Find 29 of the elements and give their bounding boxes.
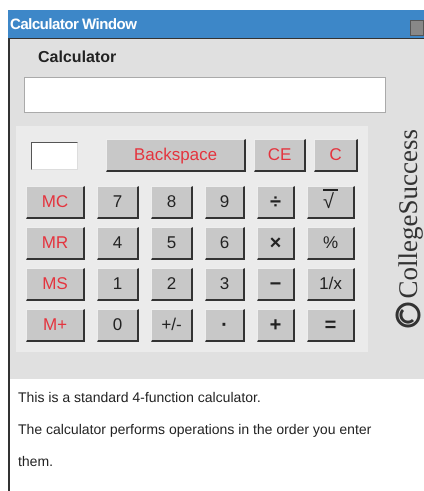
minimize-button[interactable]: [410, 20, 424, 36]
calculator-key[interactable]: 7: [97, 186, 139, 219]
calculator-key[interactable]: ÷: [257, 186, 295, 219]
calculator-key[interactable]: −: [257, 268, 295, 301]
display-field[interactable]: [24, 77, 386, 113]
calculator-key[interactable]: +/-: [151, 309, 193, 342]
calculator-key[interactable]: 3: [205, 268, 245, 301]
memory-indicator: [31, 142, 78, 170]
calculator-key[interactable]: %: [307, 227, 355, 260]
calculator-key[interactable]: +: [257, 309, 295, 342]
calculator-key[interactable]: 8: [151, 186, 193, 219]
calculator-key[interactable]: 9: [205, 186, 245, 219]
calculator-key[interactable]: 6: [205, 227, 245, 260]
calculator-key[interactable]: 1: [97, 268, 139, 301]
logo-icon: [395, 302, 421, 328]
calculator-key[interactable]: 4: [97, 227, 139, 260]
calculator-key[interactable]: ×: [257, 227, 295, 260]
logo-text: CollegeSuccess: [392, 129, 424, 298]
calculator-key[interactable]: 2: [151, 268, 193, 301]
calculator-heading: Calculator: [38, 49, 118, 67]
window-title: Calculator Window: [9, 16, 136, 32]
calculator-key[interactable]: √: [307, 186, 355, 219]
calculator-key[interactable]: ·: [205, 309, 245, 342]
description-text: The calculator performs operations in the order you enter them.: [18, 420, 372, 471]
calculator-key[interactable]: 0: [97, 309, 139, 342]
calculator-key[interactable]: 1/x: [307, 268, 355, 301]
description-text: This is a standard 4-function calculator.: [18, 388, 262, 407]
calculator-key[interactable]: =: [307, 309, 355, 342]
calculator-key[interactable]: 5: [151, 227, 193, 260]
